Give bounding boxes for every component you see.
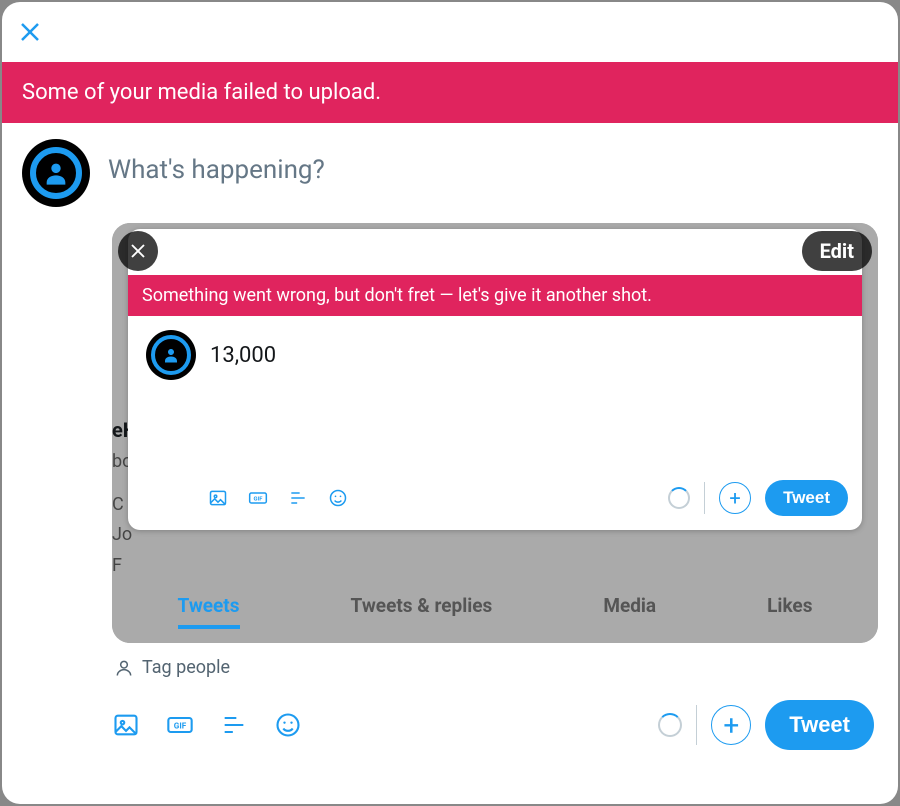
compose-placeholder[interactable]: What's happening? [108,155,325,185]
bg-tabs: Tweets Tweets & replies Media Likes [112,594,878,629]
gif-icon[interactable]: GIF [166,711,194,739]
poll-icon[interactable] [288,488,308,508]
character-count-circle [658,713,682,737]
nested-compose-panel: Something went wrong, but don't fret — l… [128,229,862,530]
emoji-icon[interactable] [328,488,348,508]
add-tweet-button[interactable]: + [719,482,751,514]
gif-icon[interactable]: GIF [248,488,268,508]
modal-header [2,2,898,62]
nested-compose-row: 13,000 [128,316,862,470]
tag-people-button[interactable]: Tag people [114,657,898,678]
emoji-icon[interactable] [274,711,302,739]
upload-error-banner: Some of your media failed to upload. [2,62,898,123]
image-icon[interactable] [112,711,140,739]
bg-tab-replies: Tweets & replies [351,594,493,629]
person-icon [114,658,134,678]
svg-text:GIF: GIF [254,497,264,503]
close-icon[interactable] [18,20,42,44]
divider [696,705,697,745]
outer-toolbar: GIF + Tweet [2,678,898,770]
nested-toolbar: GIF + Tweet [128,470,862,530]
image-icon[interactable] [208,488,228,508]
bg-tab-tweets: Tweets [178,594,240,629]
tweet-button[interactable]: Tweet [765,700,874,750]
close-icon [129,242,147,260]
add-tweet-button[interactable]: + [711,705,751,745]
nested-tweet-text[interactable]: 13,000 [210,343,276,368]
avatar[interactable] [22,139,90,207]
tweet-button[interactable]: Tweet [765,480,848,516]
compose-row: What's happening? [2,123,898,211]
remove-media-button[interactable] [118,231,158,271]
bg-tab-likes: Likes [767,594,812,629]
nested-error-banner: Something went wrong, but don't fret — l… [128,275,862,316]
tag-people-label: Tag people [142,657,230,678]
compose-modal: Some of your media failed to upload. Wha… [2,2,898,804]
poll-icon[interactable] [220,711,248,739]
edit-media-button[interactable]: Edit [802,231,872,271]
media-preview: eH bo C Jo F Tweets Tweets & replies Med… [112,223,878,643]
bg-tab-media: Media [603,594,656,629]
svg-text:GIF: GIF [174,721,187,731]
character-count-circle [668,487,690,509]
divider [704,482,705,514]
avatar[interactable] [146,330,196,380]
